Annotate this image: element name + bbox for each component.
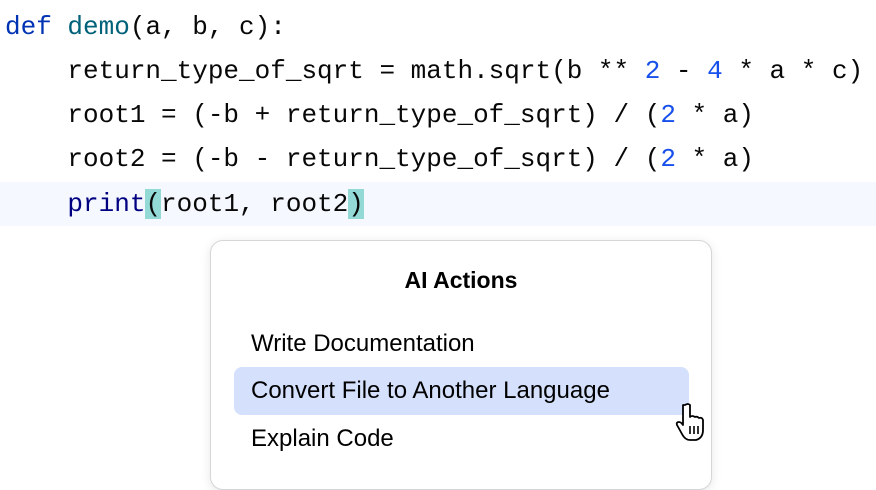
code-token: * a) [675,144,754,174]
code-token: * a * c) [722,56,864,86]
code-token: 2 [660,144,676,174]
menu-item-convert-file[interactable]: Convert File to Another Language [234,367,689,415]
code-token: root1 = (-b + return_type_of_sqrt) / ( [5,100,661,130]
code-token: - [660,56,708,86]
code-token: root1, root2 [161,189,349,219]
code-line[interactable]: root1 = (-b + return_type_of_sqrt) / (2 … [0,93,876,137]
code-token: print [67,189,146,219]
hand-pointer-cursor-icon [675,403,704,441]
code-line[interactable]: return_type_of_sqrt = math.sqrt(b ** 2 -… [0,49,876,93]
matched-brace: ( [145,189,162,219]
code-token: 2 [660,100,676,130]
ai-actions-popup: AI Actions Write Documentation Convert F… [210,240,712,490]
menu-item-write-documentation[interactable]: Write Documentation [234,320,689,368]
menu-item-explain-code[interactable]: Explain Code [234,415,689,463]
code-token: def [5,12,52,42]
code-token: return_type_of_sqrt = math.sqrt(b ** [5,56,645,86]
matched-brace: ) [348,189,364,219]
code-line[interactable]: print(root1, root2) [0,182,876,226]
code-token: * a) [675,100,754,130]
popup-title: AI Actions [404,267,518,293]
code-token: 4 [707,56,723,86]
code-token: (a, b, c): [129,12,286,42]
code-token: 2 [644,56,661,86]
code-line[interactable]: def demo(a, b, c): [0,5,876,49]
code-token: root2 = (-b - return_type_of_sqrt) / ( [5,144,661,174]
code-line[interactable]: root2 = (-b - return_type_of_sqrt) / (2 … [0,137,876,181]
code-token: demo [67,12,130,42]
